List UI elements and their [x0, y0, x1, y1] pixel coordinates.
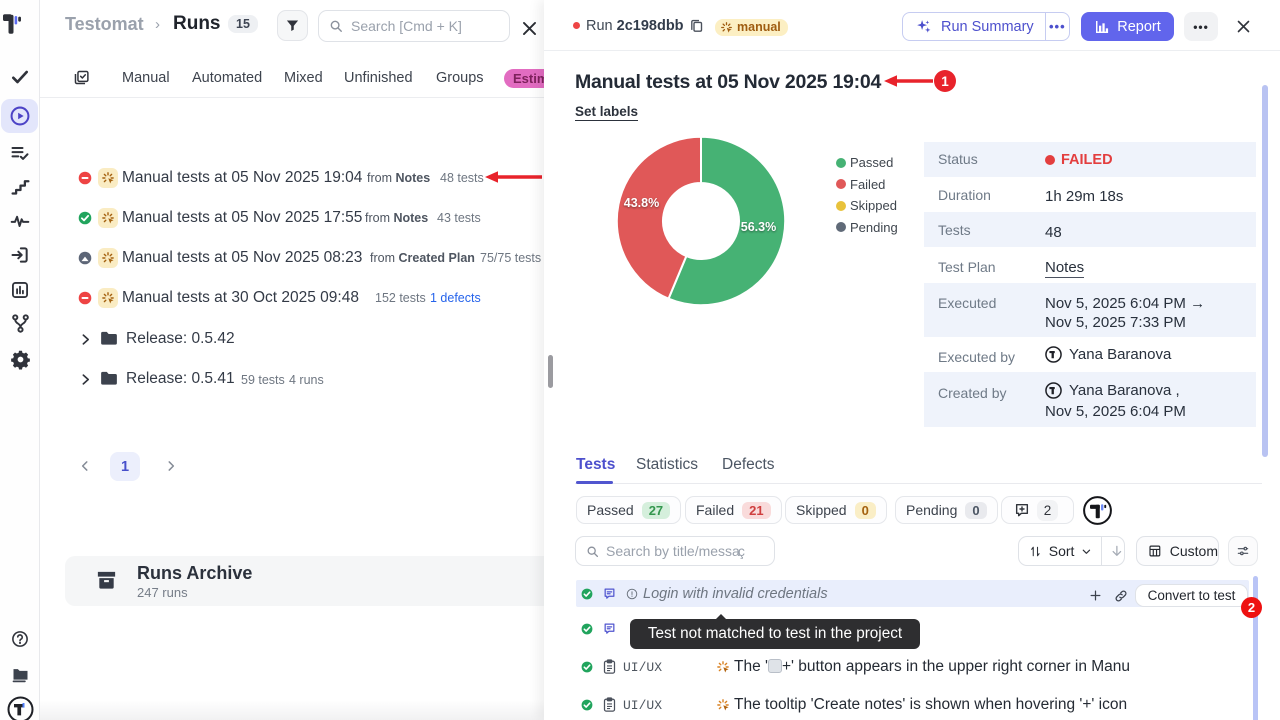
svg-text:56.3%: 56.3% — [741, 220, 776, 234]
svg-text:43.8%: 43.8% — [624, 196, 659, 210]
